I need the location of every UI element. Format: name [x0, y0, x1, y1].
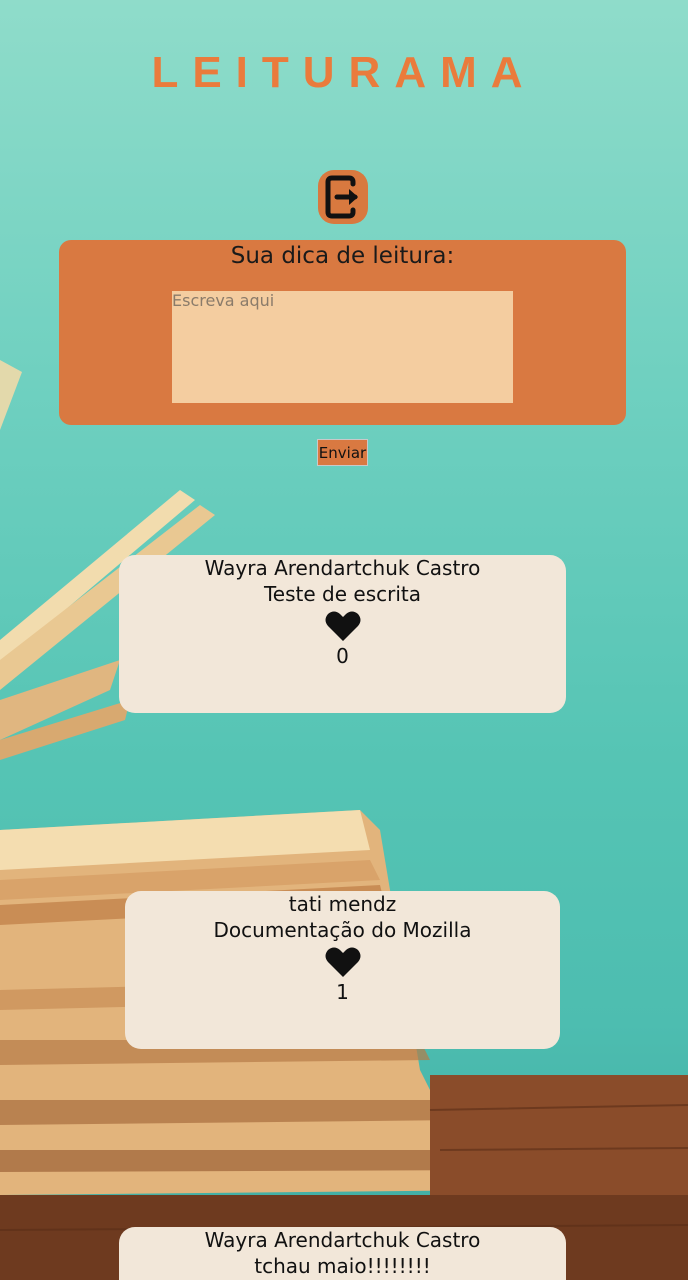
app-title: LEITURAMA [151, 48, 537, 97]
tip-form-heading: Sua dica de leitura: [230, 243, 455, 269]
like-count: 0 [336, 644, 349, 668]
send-button[interactable]: Enviar [317, 439, 368, 466]
post-card: Wayra Arendartchuk Castro tchau maio!!!!… [119, 1227, 566, 1280]
like-count: 1 [336, 980, 349, 1004]
post-author: tati mendz [288, 892, 397, 916]
post-author: Wayra Arendartchuk Castro [204, 556, 481, 580]
tip-form-panel: Sua dica de leitura: [59, 240, 626, 425]
post-card: Wayra Arendartchuk Castro Teste de escri… [119, 555, 566, 713]
post-text: tchau maio!!!!!!!! [254, 1254, 431, 1278]
tip-textarea[interactable] [172, 291, 513, 403]
heart-icon[interactable] [325, 946, 361, 978]
logout-button[interactable] [318, 170, 368, 224]
post-card: tati mendz Documentação do Mozilla 1 [125, 891, 560, 1049]
post-author: Wayra Arendartchuk Castro [204, 1228, 481, 1252]
logout-icon [325, 175, 358, 219]
post-text: Teste de escrita [263, 582, 421, 606]
heart-icon[interactable] [325, 610, 361, 642]
post-text: Documentação do Mozilla [213, 918, 472, 942]
